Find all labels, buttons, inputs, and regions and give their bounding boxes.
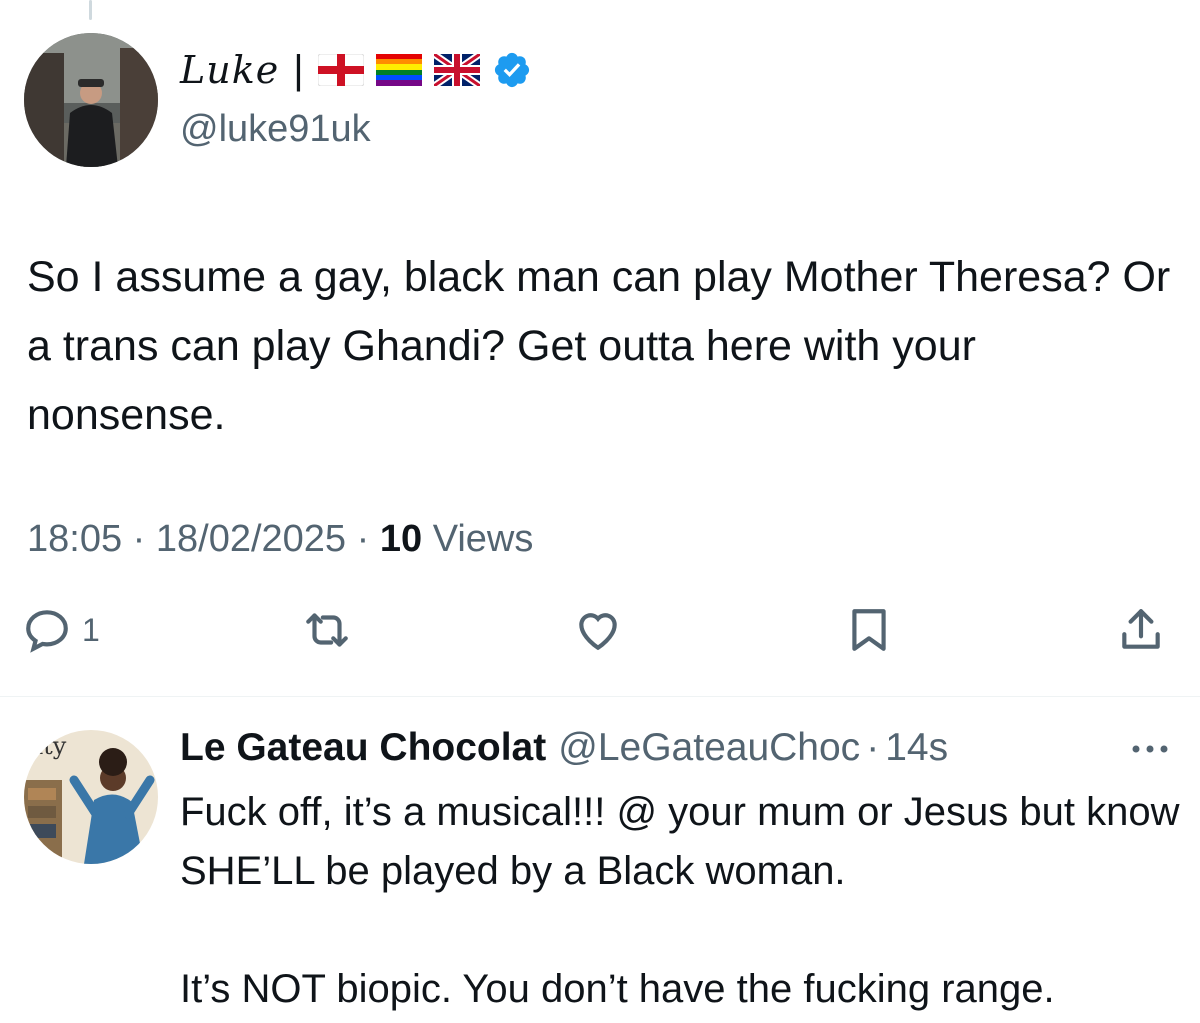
like-icon (579, 613, 617, 651)
reply-handle[interactable]: @LeGateauChoc (558, 726, 860, 770)
share-icon (1122, 609, 1160, 649)
verified-badge-icon (494, 52, 529, 88)
tweet-action-bar: 1 (0, 605, 1200, 675)
tweet-date[interactable]: 18/02/2025 (156, 518, 346, 560)
tweet-text: So I assume a gay, black man can play Mo… (27, 253, 1183, 439)
name-separator: | (293, 47, 304, 92)
meta-separator: · (356, 518, 370, 560)
reply-author-avatar[interactable]: city (24, 730, 158, 864)
tweet-meta: 18:05 · 18/02/2025 · 10 Views (27, 518, 533, 561)
avatar-city-text: city (24, 732, 67, 760)
reply-text: Fuck off, it’s a musical!!! @ your mum o… (180, 790, 1180, 1011)
like-button[interactable] (573, 605, 623, 655)
reply-time[interactable]: 14s (885, 726, 948, 770)
reply-count: 1 (82, 611, 100, 648)
reply-separator: · (866, 726, 880, 769)
rainbow-flag-icon (375, 54, 422, 86)
bookmark-button[interactable] (844, 605, 894, 655)
author-display-name[interactable]: Luke (180, 48, 279, 92)
views-count: 10 (379, 518, 423, 560)
reply-header: Le Gateau Chocolat @LeGateauChoc · 14s (180, 726, 948, 770)
views-label: Views (432, 518, 534, 560)
thread-connector-line (89, 0, 92, 20)
author-handle[interactable]: @luke91uk (180, 108, 371, 151)
author-name-row[interactable]: Luke | (180, 44, 532, 96)
bookmark-icon (852, 609, 886, 651)
reply-icon (26, 610, 68, 653)
reply-display-name[interactable]: Le Gateau Chocolat (180, 726, 546, 770)
uk-flag-icon (433, 54, 480, 86)
tweet-time[interactable]: 18:05 (27, 518, 122, 560)
reply-button[interactable]: 1 (22, 605, 100, 655)
meta-separator: · (132, 518, 146, 560)
england-flag-icon (317, 54, 364, 86)
more-options-icon[interactable] (1128, 734, 1172, 764)
retweet-button[interactable] (302, 605, 352, 655)
tweet-divider (0, 696, 1200, 697)
share-button[interactable] (1116, 605, 1166, 655)
retweet-icon (306, 613, 348, 647)
author-avatar[interactable] (24, 33, 158, 167)
